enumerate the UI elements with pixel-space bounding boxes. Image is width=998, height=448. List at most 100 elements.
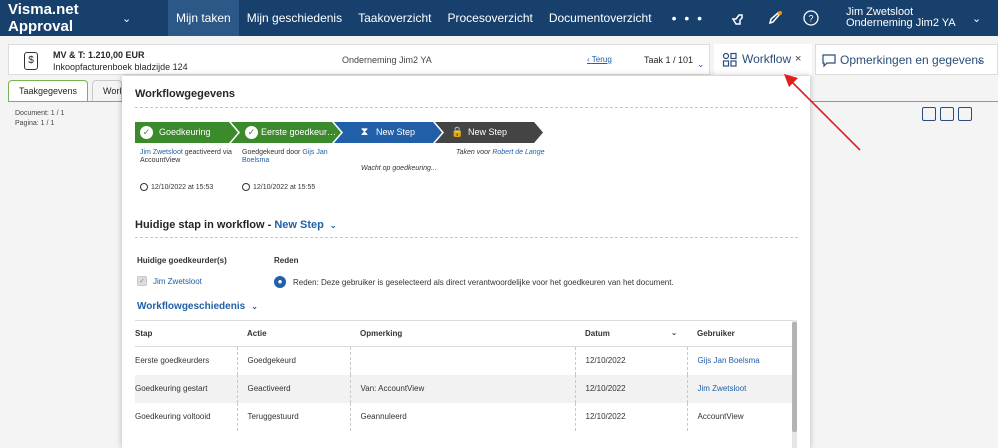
col-header-datum[interactable]: Datum ⌄ [575, 320, 687, 347]
step-3[interactable]: ⧗ New Step [334, 122, 442, 143]
col-header-stap[interactable]: Stap [135, 320, 237, 347]
cell-stap: Eerste goedkeurders [135, 356, 210, 366]
remarks-button[interactable]: Opmerkingen en gegevens ⌄ [815, 44, 998, 75]
reason-text: Reden: Deze gebruiker is geselecteerd al… [293, 277, 674, 287]
tab-workflow[interactable]: Work [92, 80, 123, 102]
col-header-datum-label: Datum [585, 329, 610, 338]
approver-checkbox[interactable]: ✓ [137, 276, 147, 286]
workflow-steps: ✓ Goedkeuring gestart ✓ Eerste goedkeur… ⧗… [135, 122, 536, 143]
view-toolbar [922, 107, 972, 121]
approvers-label: Huidige goedkeurder(s) [137, 256, 227, 265]
panel-title: Workflowgegevens [135, 88, 236, 100]
person-icon: ● [274, 276, 286, 288]
workflow-label: Workflow [742, 52, 792, 66]
step-2[interactable]: ✓ Eerste goedkeur… [231, 122, 341, 143]
workflow-button[interactable]: Workflow × [714, 44, 812, 75]
tab-taakgegevens[interactable]: Taakgegevens [8, 80, 89, 102]
back-label: Terug [591, 55, 612, 64]
cell-datum: 12/10/2022 [574, 346, 687, 375]
cell-datum: 12/10/2022 [574, 374, 687, 403]
cell-stap: Goedkeuring voltooid [135, 412, 211, 421]
cell-gebruiker-link[interactable]: Jim Zwetsloot [686, 374, 797, 403]
step-4-info-text: Taken voor [456, 149, 491, 156]
user-company: Onderneming Jim2 YA [846, 17, 956, 29]
cell-opmerking: Van: AccountView [349, 374, 575, 403]
clock-icon [140, 183, 148, 191]
history-title[interactable]: Workflowgeschiedenis ⌄ [137, 301, 258, 312]
clock-icon [242, 183, 250, 191]
help-icon[interactable]: ? [802, 9, 820, 27]
step-4-label: New Step [468, 127, 508, 137]
page-count: Pagina: 1 / 1 [15, 120, 55, 127]
nav-item-mijn-geschiedenis[interactable]: Mijn geschiedenis [239, 0, 350, 36]
close-icon[interactable]: × [795, 53, 801, 65]
single-page-icon[interactable] [958, 107, 972, 121]
step-3-label: New Step [376, 127, 416, 137]
step-4-info: Taken voor Robert de Lange [456, 149, 544, 157]
table-row[interactable]: Eerste goedkeurders Goedgekeurd 12/10/20… [135, 346, 797, 375]
step-4[interactable]: 🔒 New Step [435, 122, 543, 143]
history-scrollbar[interactable] [792, 320, 797, 448]
hourglass-icon: ⧗ [360, 126, 369, 138]
chevron-down-icon: ⌄ [976, 55, 984, 65]
split-view-icon[interactable] [940, 107, 954, 121]
step-1-user-link[interactable]: Jim Zwetsloot [140, 149, 183, 156]
step-1[interactable]: ✓ Goedkeuring gestart [135, 122, 238, 143]
top-navigation-bar: Visma.net Approval ⌄ Mijn taken Mijn ges… [0, 0, 998, 36]
chevron-down-icon: ⌄ [251, 302, 258, 311]
col-header-gebruiker[interactable]: Gebruiker [687, 320, 797, 347]
user-menu[interactable]: Jim Zwetsloot Onderneming Jim2 YA [846, 7, 956, 29]
chevron-down-icon[interactable]: ⌄ [697, 59, 705, 70]
remarks-label: Opmerkingen en gegevens [840, 53, 985, 67]
step-1-date: 12/10/2022 at 15:53 [140, 183, 213, 191]
cell-actie: Geactiveerd [236, 374, 350, 403]
approver-name[interactable]: Jim Zwetsloot [153, 277, 202, 286]
document-count: Document: 1 / 1 [15, 110, 65, 117]
step-2-info: Goedgekeurd door Gijs Jan Boelsma [242, 149, 342, 165]
workflow-icon [722, 52, 737, 67]
check-icon: ✓ [140, 126, 153, 139]
document-title: MV & T: 1.210,00 EUR [53, 50, 145, 60]
grid-view-icon[interactable] [922, 107, 936, 121]
step-1-date-text: 12/10/2022 at 15:53 [151, 183, 214, 191]
scrollbar-thumb[interactable] [792, 322, 797, 432]
more-menu-button[interactable]: • • • [660, 0, 716, 36]
app-brand[interactable]: Visma.net Approval [0, 1, 118, 35]
history-table: Stap Actie Opmerking Datum ⌄ Gebruiker Ee… [135, 320, 797, 431]
chevron-down-icon[interactable]: ⌄ [118, 12, 168, 25]
step-2-date-text: 12/10/2022 at 15:55 [253, 183, 316, 191]
nav-item-documentoverzicht[interactable]: Documentoverzicht [541, 0, 660, 36]
current-step-value: New Step [274, 219, 324, 231]
settings-hand-icon[interactable] [730, 9, 748, 27]
cell-datum: 12/10/2022 [574, 402, 687, 431]
col-header-opmerking[interactable]: Opmerking [350, 320, 575, 347]
nav-item-taakoverzicht[interactable]: Taakoverzicht [350, 0, 439, 36]
back-link[interactable]: ‹ Terug [587, 55, 612, 64]
table-row[interactable]: Goedkeuring gestart Geactiveerd Van: Acc… [135, 374, 797, 403]
table-row[interactable]: Goedkeuring voltooid Teruggestuurd Geann… [135, 402, 797, 431]
cell-opmerking: Geannuleerd [349, 402, 575, 431]
chevron-down-icon: ⌄ [329, 221, 337, 230]
lock-icon: 🔒 [451, 127, 464, 138]
svg-text:?: ? [808, 14, 813, 24]
main-nav: Mijn taken Mijn geschiedenis Taakoverzic… [168, 0, 716, 36]
chevron-down-icon[interactable]: ⌄ [972, 12, 981, 25]
step-1-info: Jim Zwetsloot geactiveerd via AccountVie… [140, 149, 240, 165]
sort-icon[interactable]: ⌄ [671, 329, 677, 337]
reason-label: Reden [274, 256, 299, 265]
nav-item-procesoverzicht[interactable]: Procesoverzicht [439, 0, 540, 36]
rocket-icon[interactable] [766, 9, 784, 27]
nav-item-mijn-taken[interactable]: Mijn taken [168, 0, 239, 36]
cell-stap: Goedkeuring gestart [135, 374, 237, 403]
current-step-title[interactable]: Huidige stap in workflow - New Step ⌄ [135, 219, 337, 231]
invoice-icon: $ [24, 52, 38, 70]
comment-icon [822, 54, 836, 67]
cell-opmerking [349, 346, 575, 375]
divider [135, 237, 798, 238]
cell-gebruiker-link[interactable]: Gijs Jan Boelsma [686, 346, 797, 375]
step-2-info-text: Goedgekeurd door [242, 149, 301, 156]
tab-bar: Taakgegevens Work [8, 80, 126, 102]
step-4-user-link[interactable]: Robert de Lange [492, 149, 544, 156]
col-header-actie[interactable]: Actie [237, 320, 350, 347]
document-company: Onderneming Jim2 YA [342, 55, 432, 65]
